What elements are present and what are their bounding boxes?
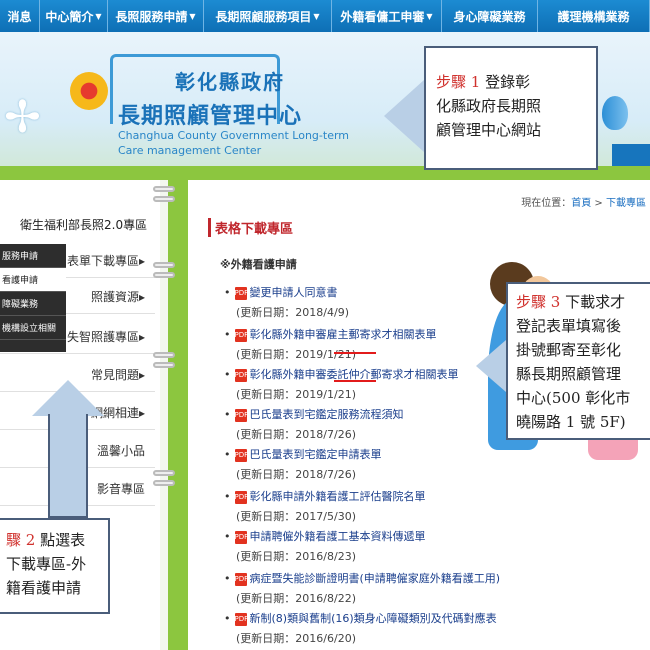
- doc-link[interactable]: • PDF彰化縣申請外籍看護工評估醫院名單: [224, 488, 426, 504]
- nav-item-service-items[interactable]: 長期照顧服務項目 ▼: [204, 0, 332, 32]
- caret-right-icon: ▸: [138, 329, 145, 344]
- submenu-item-disability[interactable]: 障礙業務: [0, 292, 66, 316]
- underline-employer: [334, 352, 376, 354]
- doc-link[interactable]: • PDF病症暨失能診斷證明書(申請聘僱家庭外籍看護工用): [224, 570, 500, 586]
- caret-right-icon: ▸: [138, 289, 145, 304]
- breadcrumb-home[interactable]: 首頁: [571, 198, 591, 209]
- caret-down-icon: ▼: [189, 11, 196, 21]
- pdf-file-icon: PDF: [234, 530, 248, 544]
- underline-agency: [334, 380, 376, 382]
- step2-arrow: [32, 380, 104, 416]
- doc-updated: (更新日期：2019/1/21): [236, 348, 356, 361]
- step3-arrow: [476, 340, 506, 392]
- pdf-file-icon: PDF: [234, 572, 248, 586]
- pdf-file-icon: PDF: [234, 286, 248, 300]
- page-title: 表格下載專區: [208, 218, 293, 237]
- binder-ring: [153, 272, 175, 278]
- doc-updated: (更新日期：2016/8/22): [236, 592, 356, 605]
- caret-down-icon: ▼: [313, 11, 320, 21]
- doc-link[interactable]: • PDF巴氏量表到宅鑑定服務流程須知: [224, 406, 404, 422]
- windmill-icon: ✢: [4, 92, 41, 143]
- binder-ring: [153, 470, 175, 476]
- step1-arrow: [384, 80, 424, 152]
- nav-item-nursing[interactable]: 護理機構業務: [538, 0, 650, 32]
- site-title-county: 彰化縣政府: [175, 70, 285, 94]
- pdf-file-icon: PDF: [234, 408, 248, 422]
- pdf-file-icon: PDF: [234, 448, 248, 462]
- caret-down-icon: ▼: [426, 11, 433, 21]
- pdf-file-icon: PDF: [234, 612, 248, 626]
- pdf-file-icon: PDF: [234, 368, 248, 382]
- doc-updated: (更新日期：2016/6/20): [236, 632, 356, 645]
- binder-ring: [153, 362, 175, 368]
- doc-link[interactable]: • PDF巴氏量表到宅鑑定申請表單: [224, 446, 382, 462]
- submenu-item-institution[interactable]: 機構設立相關: [0, 316, 66, 340]
- hot-air-balloon-icon: [602, 96, 628, 130]
- step2-callout: 驟 2 點選表 下載專區-外 籍看護申請: [0, 518, 110, 614]
- doc-updated: (更新日期：2018/7/26): [236, 468, 356, 481]
- submenu-item-service[interactable]: 服務申請: [0, 244, 66, 268]
- doc-updated: (更新日期：2017/5/30): [236, 510, 356, 523]
- nav-item-disability[interactable]: 身心障礙業務: [442, 0, 538, 32]
- step3-callout: 步驟 3 下載求才 登記表單填寫後 掛號郵寄至彰化 縣長期照顧管理 中心(500…: [506, 282, 650, 440]
- doc-updated: (更新日期：2018/7/26): [236, 428, 356, 441]
- step1-callout: 步驟 1 登錄彰 化縣政府長期照 顧管理中心網站: [424, 46, 598, 170]
- doc-link[interactable]: • PDF彰化縣外籍申審雇主郵寄求才相關表單: [224, 326, 437, 342]
- caret-down-icon: ▼: [95, 11, 102, 21]
- binder-spine: [168, 180, 188, 650]
- binder-ring: [153, 352, 175, 358]
- binder-ring: [153, 262, 175, 268]
- caret-right-icon: ▸: [138, 253, 145, 268]
- site-title-english: Changhua County Government Long-term Car…: [118, 129, 350, 157]
- top-nav: 消息 中心簡介 ▼ 長照服務申請 ▼ 長期照顧服務項目 ▼ 外籍看傭工申審 ▼ 身心障礙…: [0, 0, 650, 32]
- doc-link[interactable]: • PDF新制(8)類與舊制(16)類身心障礙類別及代碼對應表: [224, 610, 497, 626]
- submenu-item-caregiver[interactable]: 看護申請: [0, 268, 66, 292]
- step2-arrow-body: [48, 414, 88, 518]
- forms-submenu: 服務申請 看護申請 障礙業務 機構設立相關: [0, 244, 66, 352]
- nav-item-about[interactable]: 中心簡介 ▼: [40, 0, 108, 32]
- binder-ring: [153, 186, 175, 192]
- breadcrumb: 現在位置：首頁 > 下載專區: [521, 198, 646, 209]
- binder-ring: [153, 480, 175, 486]
- caret-right-icon: ▸: [138, 367, 145, 382]
- caret-right-icon: ▸: [138, 405, 145, 420]
- doc-link[interactable]: • PDF申請聘僱外籍看護工基本資料傳遞單: [224, 528, 426, 544]
- nav-item-foreign-caregiver[interactable]: 外籍看傭工申審 ▼: [332, 0, 442, 32]
- nav-item-service-apply[interactable]: 長照服務申請 ▼: [108, 0, 204, 32]
- nav-item-news[interactable]: 消息: [0, 0, 40, 32]
- pdf-file-icon: PDF: [234, 490, 248, 504]
- site-title-center: 長期照顧管理中心: [118, 104, 303, 129]
- doc-updated: (更新日期：2016/8/23): [236, 550, 356, 563]
- binder-ring: [153, 196, 175, 202]
- doc-link[interactable]: • PDF變更申請人同意書: [224, 284, 338, 300]
- section-title: ※外籍看護申請: [220, 258, 297, 271]
- doc-updated: (更新日期：2018/4/9): [236, 306, 349, 319]
- doc-updated: (更新日期：2019/1/21): [236, 388, 356, 401]
- sidebar-header[interactable]: 衛生福利部長照2.0專區: [20, 216, 147, 233]
- county-logo: [70, 72, 108, 110]
- breadcrumb-current[interactable]: 下載專區: [606, 198, 646, 209]
- pdf-file-icon: PDF: [234, 328, 248, 342]
